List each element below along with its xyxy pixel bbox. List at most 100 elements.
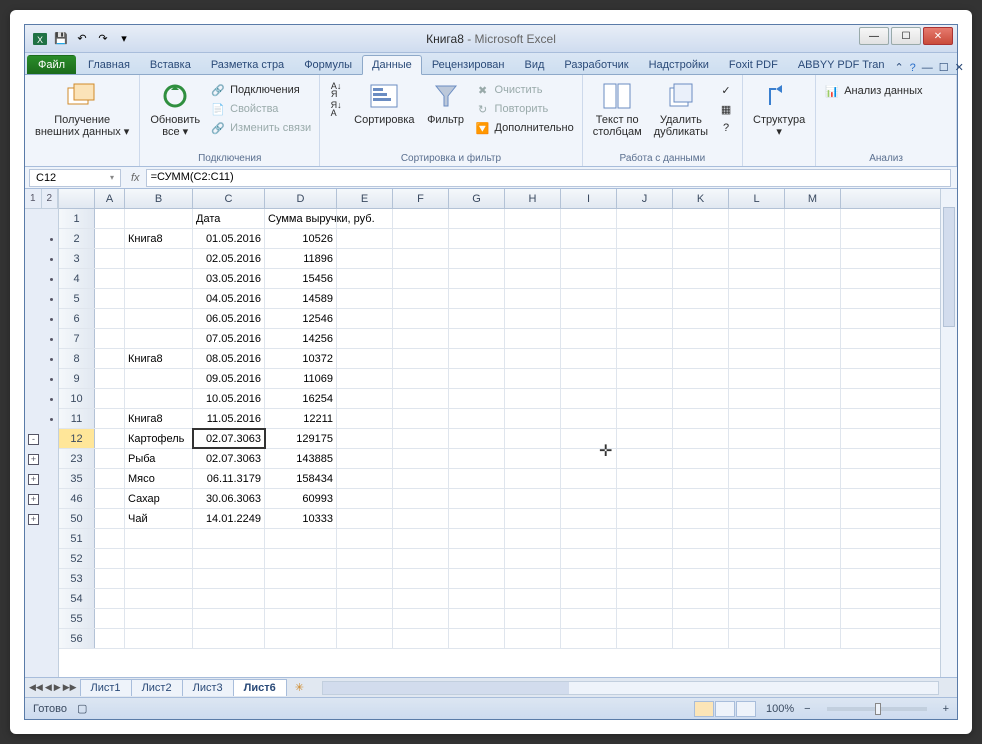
cell-K10[interactable]	[673, 389, 729, 408]
cell-H35[interactable]	[505, 469, 561, 488]
cell-C2[interactable]: 01.05.2016	[193, 229, 265, 248]
cell-M23[interactable]	[785, 449, 841, 468]
cell-E5[interactable]	[337, 289, 393, 308]
cell-E7[interactable]	[337, 329, 393, 348]
tab-file[interactable]: Файл	[27, 55, 76, 74]
sheet-nav[interactable]: ◀◀◀▶▶▶	[25, 682, 81, 693]
row-header-1[interactable]: 1	[59, 209, 95, 228]
whatif-button[interactable]: ?	[716, 119, 736, 137]
cell-K11[interactable]	[673, 409, 729, 428]
cell-G54[interactable]	[449, 589, 505, 608]
cell-C10[interactable]: 10.05.2016	[193, 389, 265, 408]
cell-C6[interactable]: 06.05.2016	[193, 309, 265, 328]
cell-I8[interactable]	[561, 349, 617, 368]
row-header-8[interactable]: 8	[59, 349, 95, 368]
cell-L56[interactable]	[729, 629, 785, 648]
row-header-52[interactable]: 52	[59, 549, 95, 568]
cell-L6[interactable]	[729, 309, 785, 328]
cell-G53[interactable]	[449, 569, 505, 588]
cell-B3[interactable]	[125, 249, 193, 268]
sheet-tab-Лист6[interactable]: Лист6	[233, 679, 287, 696]
view-pagebreak-button[interactable]	[736, 701, 756, 717]
tab-4[interactable]: Данные	[362, 55, 422, 75]
cell-C51[interactable]	[193, 529, 265, 548]
cell-E11[interactable]	[337, 409, 393, 428]
cell-A8[interactable]	[95, 349, 125, 368]
row-header-7[interactable]: 7	[59, 329, 95, 348]
horizontal-scrollbar[interactable]	[322, 681, 939, 695]
ribbon-minimize-icon[interactable]: ⌃	[894, 61, 903, 74]
zoom-slider[interactable]	[827, 707, 927, 711]
cell-B46[interactable]: Сахар	[125, 489, 193, 508]
cell-A9[interactable]	[95, 369, 125, 388]
cell-F2[interactable]	[393, 229, 449, 248]
cell-B53[interactable]	[125, 569, 193, 588]
cell-J10[interactable]	[617, 389, 673, 408]
refresh-all-button[interactable]: Обновить все ▾	[146, 77, 204, 138]
cell-J9[interactable]	[617, 369, 673, 388]
cell-A50[interactable]	[95, 509, 125, 528]
cell-F1[interactable]	[393, 209, 449, 228]
cell-E53[interactable]	[337, 569, 393, 588]
cell-I52[interactable]	[561, 549, 617, 568]
cell-F46[interactable]	[393, 489, 449, 508]
cell-M7[interactable]	[785, 329, 841, 348]
fx-icon[interactable]: fx	[125, 172, 146, 184]
cell-F35[interactable]	[393, 469, 449, 488]
cell-C5[interactable]: 04.05.2016	[193, 289, 265, 308]
cell-E8[interactable]	[337, 349, 393, 368]
minimize-button[interactable]: —	[859, 27, 889, 45]
cell-H55[interactable]	[505, 609, 561, 628]
tab-9[interactable]: Foxit PDF	[719, 55, 788, 74]
cell-A5[interactable]	[95, 289, 125, 308]
name-box[interactable]: C12▾	[29, 169, 121, 187]
cell-D2[interactable]: 10526	[265, 229, 337, 248]
cell-H3[interactable]	[505, 249, 561, 268]
cell-K1[interactable]	[673, 209, 729, 228]
cell-A7[interactable]	[95, 329, 125, 348]
doc-close-icon[interactable]: ✕	[955, 61, 964, 74]
cell-F23[interactable]	[393, 449, 449, 468]
cell-M51[interactable]	[785, 529, 841, 548]
cell-I54[interactable]	[561, 589, 617, 608]
cell-L3[interactable]	[729, 249, 785, 268]
cell-J8[interactable]	[617, 349, 673, 368]
cell-K3[interactable]	[673, 249, 729, 268]
cell-L11[interactable]	[729, 409, 785, 428]
cell-I3[interactable]	[561, 249, 617, 268]
cell-B51[interactable]	[125, 529, 193, 548]
maximize-button[interactable]: ☐	[891, 27, 921, 45]
close-button[interactable]: ✕	[923, 27, 953, 45]
cell-D54[interactable]	[265, 589, 337, 608]
text-to-columns-button[interactable]: Текст по столбцам	[589, 77, 646, 138]
outline-row-23[interactable]: +	[25, 449, 58, 469]
cell-C35[interactable]: 06.11.3179	[193, 469, 265, 488]
sort-button[interactable]: Сортировка	[350, 77, 418, 126]
cell-D52[interactable]	[265, 549, 337, 568]
cell-J56[interactable]	[617, 629, 673, 648]
select-all-corner[interactable]	[59, 189, 95, 208]
cell-G23[interactable]	[449, 449, 505, 468]
row-header-23[interactable]: 23	[59, 449, 95, 468]
cell-B4[interactable]	[125, 269, 193, 288]
consolidate-button[interactable]: ▦	[716, 100, 736, 118]
col-header-D[interactable]: D	[265, 189, 337, 208]
cell-C50[interactable]: 14.01.2249	[193, 509, 265, 528]
row-header-35[interactable]: 35	[59, 469, 95, 488]
cell-I5[interactable]	[561, 289, 617, 308]
tab-10[interactable]: ABBYY PDF Tran	[788, 55, 895, 74]
remove-duplicates-button[interactable]: Удалить дубликаты	[650, 77, 712, 138]
cell-A51[interactable]	[95, 529, 125, 548]
cell-J51[interactable]	[617, 529, 673, 548]
cell-J6[interactable]	[617, 309, 673, 328]
redo-icon[interactable]: ↷	[94, 30, 112, 48]
cell-H50[interactable]	[505, 509, 561, 528]
row-header-55[interactable]: 55	[59, 609, 95, 628]
cell-G51[interactable]	[449, 529, 505, 548]
cell-E1[interactable]	[337, 209, 393, 228]
connections-button[interactable]: 🔗Подключения	[208, 81, 313, 99]
cell-H6[interactable]	[505, 309, 561, 328]
cell-K9[interactable]	[673, 369, 729, 388]
cell-F56[interactable]	[393, 629, 449, 648]
cell-L51[interactable]	[729, 529, 785, 548]
